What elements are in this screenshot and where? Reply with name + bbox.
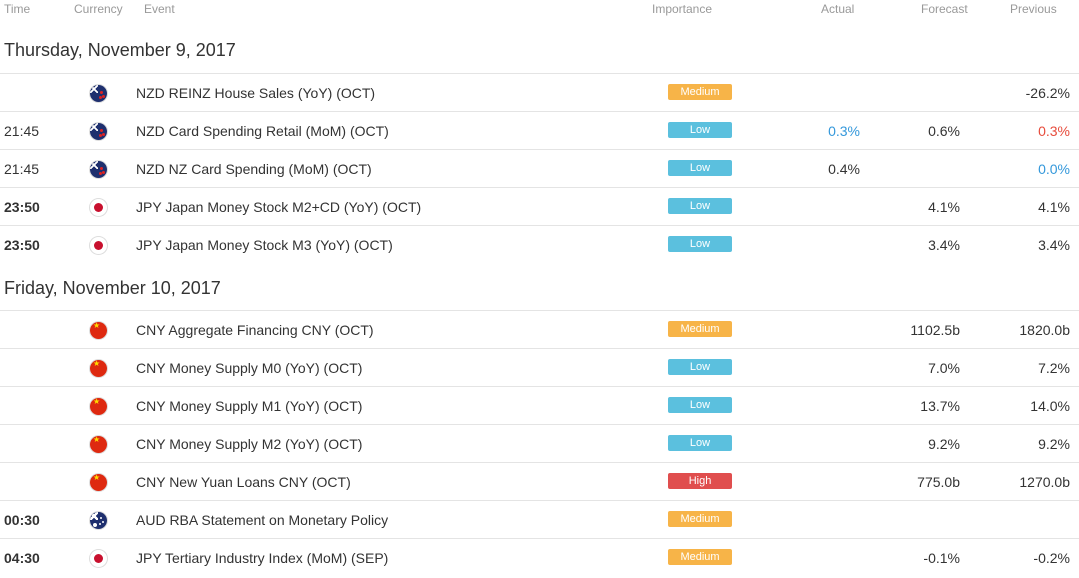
event-name[interactable]: NZD NZ Card Spending (MoM) (OCT) [136,161,372,177]
event-name[interactable]: CNY Aggregate Financing CNY (OCT) [136,322,374,338]
event-row[interactable]: 04:30 JPY Tertiary Industry Index (MoM) (… [0,538,1079,576]
jp-flag-icon [90,550,107,567]
previous-value: -26.2% [1025,85,1070,101]
cn-flag-icon [90,398,107,415]
event-time: 21:45 [4,123,40,139]
event-name[interactable]: NZD Card Spending Retail (MoM) (OCT) [136,123,389,139]
forecast-value: 13.7% [920,398,960,414]
header-previous: Previous [1010,2,1057,16]
header-forecast: Forecast [921,2,968,16]
event-name[interactable]: CNY Money Supply M1 (YoY) (OCT) [136,398,362,414]
jp-flag-icon [90,199,107,216]
importance-badge: High [668,473,732,489]
header-currency: Currency [74,2,123,16]
importance-badge: Medium [668,321,732,337]
header-event: Event [144,2,175,16]
event-name[interactable]: CNY New Yuan Loans CNY (OCT) [136,474,351,490]
nz-flag-icon [90,123,107,140]
previous-value: 7.2% [1038,360,1070,376]
event-row[interactable]: CNY Money Supply M1 (YoY) (OCT) Low 13.7% 1… [0,386,1079,424]
header-actual: Actual [821,2,855,16]
header-importance: Importance [652,2,713,16]
importance-badge: Low [668,397,732,413]
forecast-value: 0.6% [928,123,960,139]
actual-value: 0.3% [828,123,860,139]
event-time: 21:45 [4,161,40,177]
cn-flag-icon [90,474,107,491]
event-name[interactable]: CNY Money Supply M0 (YoY) (OCT) [136,360,362,376]
event-time: 23:50 [4,237,40,253]
cn-flag-icon [90,436,107,453]
forecast-value: 4.1% [928,199,960,215]
event-row[interactable]: CNY Aggregate Financing CNY (OCT) Medium 1… [0,310,1079,348]
event-row[interactable]: 00:30 AUD RBA Statement on Monetary Polic… [0,500,1079,538]
event-time: 00:30 [4,512,40,528]
importance-badge: Low [668,359,732,375]
event-name[interactable]: CNY Money Supply M2 (YoY) (OCT) [136,436,362,452]
jp-flag-icon [90,237,107,254]
importance-badge: Low [668,435,732,451]
event-name[interactable]: JPY Japan Money Stock M2+CD (YoY) (OCT) [136,199,421,215]
cn-flag-icon [90,322,107,339]
header-time: Time [4,2,31,16]
day-heading: Thursday, November 9, 2017 [4,40,236,60]
previous-value: 1820.0b [1019,322,1070,338]
previous-value: 4.1% [1038,199,1070,215]
cn-flag-icon [90,360,107,377]
event-row[interactable]: CNY Money Supply M2 (YoY) (OCT) Low 9.2% 9.… [0,424,1079,462]
event-time: 04:30 [4,550,40,566]
nz-flag-icon [90,85,107,102]
nz-flag-icon [90,161,107,178]
forecast-value: 3.4% [928,237,960,253]
au-flag-icon [90,512,107,529]
importance-badge: Low [668,160,732,176]
event-row[interactable]: 21:45 NZD Card Spending Retail (MoM) (OCT… [0,111,1079,149]
previous-value: 9.2% [1038,436,1070,452]
table-header: Time Currency Event Importance Actual Fo… [0,0,1079,20]
event-name[interactable]: JPY Tertiary Industry Index (MoM) (SEP) [136,550,388,566]
event-name[interactable]: NZD REINZ House Sales (YoY) (OCT) [136,85,375,101]
event-name[interactable]: JPY Japan Money Stock M3 (YoY) (OCT) [136,237,393,253]
previous-value: 0.0% [1038,161,1070,177]
forecast-value: 7.0% [928,360,960,376]
importance-badge: Low [668,198,732,214]
previous-value: 14.0% [1030,398,1070,414]
event-row[interactable]: 23:50 JPY Japan Money Stock M3 (YoY) (OCT… [0,225,1079,263]
importance-badge: Low [668,122,732,138]
event-row[interactable]: CNY Money Supply M0 (YoY) (OCT) Low 7.0% 7.… [0,348,1079,386]
previous-value: 3.4% [1038,237,1070,253]
forecast-value: -0.1% [923,550,960,566]
forecast-value: 775.0b [917,474,960,490]
forecast-value: 1102.5b [910,322,960,338]
importance-badge: Medium [668,549,732,565]
importance-badge: Medium [668,84,732,100]
event-row[interactable]: 23:50 JPY Japan Money Stock M2+CD (YoY) (… [0,187,1079,225]
previous-value: -0.2% [1033,550,1070,566]
day-heading: Friday, November 10, 2017 [4,278,221,298]
importance-badge: Medium [668,511,732,527]
event-row[interactable]: NZD REINZ House Sales (YoY) (OCT) Medium -… [0,73,1079,111]
event-row[interactable]: 21:45 NZD NZ Card Spending (MoM) (OCT) Low… [0,149,1079,187]
importance-badge: Low [668,236,732,252]
actual-value: 0.4% [828,161,860,177]
event-row[interactable]: CNY New Yuan Loans CNY (OCT) High 775.0b 12… [0,462,1079,500]
previous-value: 1270.0b [1019,474,1070,490]
event-time: 23:50 [4,199,40,215]
event-name[interactable]: AUD RBA Statement on Monetary Policy [136,512,388,528]
forecast-value: 9.2% [928,436,960,452]
previous-value: 0.3% [1038,123,1070,139]
